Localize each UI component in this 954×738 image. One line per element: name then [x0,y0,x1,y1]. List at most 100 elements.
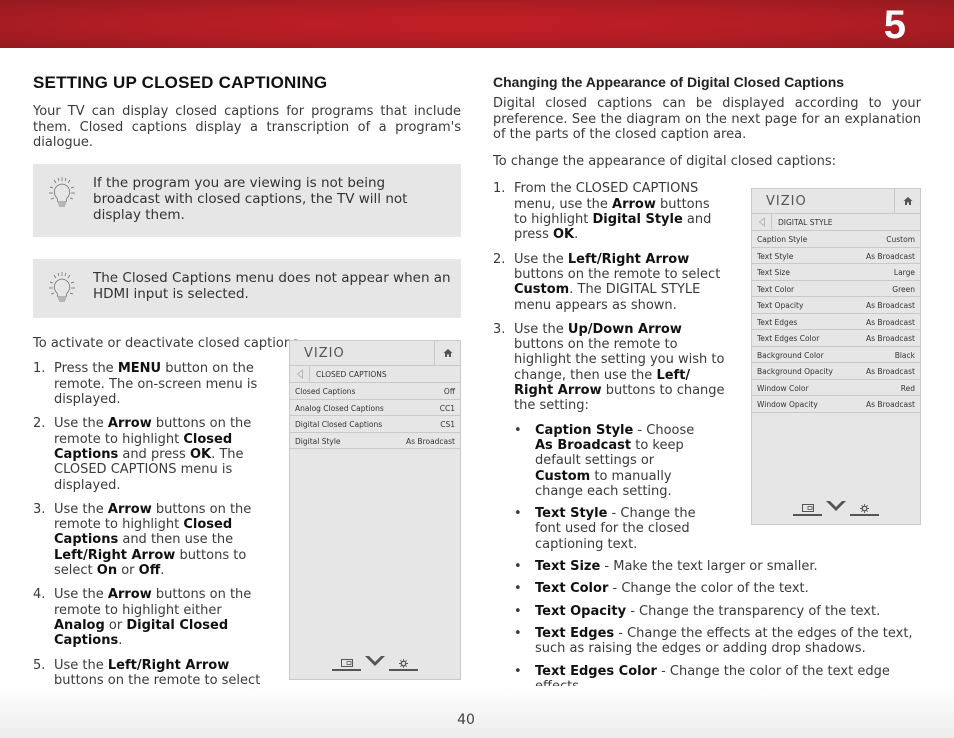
bold-term: Left/Right Arrow [54,547,176,563]
bold-term: Custom [514,282,570,298]
text-run: Use the [54,657,108,673]
bullet-desc: - Change the transparency of the text. [626,603,881,619]
menu-row[interactable]: Window Opacity As Broadcast [752,396,920,413]
step-item: 4. Use the Arrow buttons on the remote to… [33,587,265,648]
tips-container: If the program you are viewing is not be… [33,164,461,319]
vizio-logo: VIZIO [304,346,345,361]
bullet-dot: • [514,603,522,619]
menu-row[interactable]: Digital Style As Broadcast [290,433,460,449]
menu-row[interactable]: Text Size Large [752,264,920,281]
home-icon[interactable] [894,189,920,213]
bullet-dot: • [514,559,522,575]
menu-row[interactable]: Text Edges As Broadcast [752,314,920,330]
menu-row-value: As Broadcast [866,251,915,261]
menu-row-label: Analog Closed Captions [295,403,384,413]
input-icon[interactable] [332,659,361,671]
bold-term: Analog [54,617,105,633]
vizio-v-icon[interactable] [826,497,846,516]
text-run: . [160,563,165,579]
menu-row-value: As Broadcast [866,400,915,409]
bullet-item: • Text Style - Change the font used for t… [514,506,704,552]
home-icon[interactable] [434,341,460,365]
bullet-dot: • [514,506,522,522]
bold-term: Digital Style [592,212,683,228]
bold-term: MENU [117,361,162,377]
step-number: 3. [33,501,46,517]
menu-row-label: Window Opacity [757,400,818,409]
bold-term: Arrow [107,416,152,432]
menu-row[interactable]: Caption Style Custom [752,231,920,248]
menu-row[interactable]: Window Color Red [752,380,920,396]
menu-row[interactable]: Text Color Green [752,281,920,297]
step-item: 1. Press the MENU button on the remote. T… [33,361,265,407]
lightbulb-icon [47,270,77,304]
back-arrow-icon[interactable] [752,214,772,230]
bullet-term: Text Edges [535,625,615,641]
step-number: 4. [33,587,46,603]
section-title: SETTING UP CLOSED CAPTIONING [33,73,328,92]
settings-gear-icon[interactable] [850,504,879,516]
text-run: or [117,563,139,579]
bullet-dot: • [514,422,522,438]
bullet-item: • Text Opacity - Change the transparency … [514,604,921,619]
bullet-text: Text Opacity - Change the transparency o… [535,604,880,619]
bold-term: Arrow [612,196,656,212]
tv-menu-footer-icons [752,497,920,516]
menu-row-value: As Broadcast [866,367,915,376]
text-run: Use the [514,321,568,337]
bullet-text: Text Style - Change the font used for th… [535,506,704,552]
step-number: 2. [33,416,46,432]
menu-row[interactable]: Background Opacity As Broadcast [752,363,920,380]
menu-row[interactable]: Background Color Black [752,347,920,363]
step-number: 1. [493,181,506,197]
tv-menu-breadcrumb: DIGITAL STYLE [752,214,920,231]
bullet-text: Text Size - Make the text larger or smal… [535,559,818,574]
text-run: or [104,617,127,633]
menu-row-label: Text Opacity [757,301,804,310]
bullet-term: Text Style [535,506,608,522]
menu-row[interactable]: Text Style As Broadcast [752,248,920,264]
vizio-v-icon[interactable] [365,652,385,671]
bold-term: Left/Right Arrow [107,657,230,673]
step-text: From the CLOSED CAPTIONS menu, use the A… [514,181,725,242]
menu-row-label: Window Color [757,383,809,393]
menu-row-label: Digital Closed Captions [295,420,383,429]
menu-row-label: Text Size [757,268,790,277]
bold-term: As Broadcast [535,437,632,453]
step-text: Use the Arrow buttons on the remote to h… [54,587,265,648]
menu-row-label: Closed Captions [295,387,356,396]
bullet-dot: • [514,581,522,597]
step-item: 3. Use the Arrow buttons on the remote to… [33,502,265,578]
subsection-title: Changing the Appearance of Digital Close… [493,74,845,90]
tip-text: The Closed Captions menu does not appear… [93,270,451,303]
menu-row[interactable]: Digital Closed Captions CS1 [290,416,460,433]
text-run: Use the [54,501,108,517]
bold-term: Arrow [107,501,152,517]
menu-row-value: Red [900,383,915,393]
change-intro: To change the appearance of digital clos… [493,154,837,170]
bullet-item: • Text Edges - Change the effects at the … [514,626,921,657]
text-run: and press [118,446,190,462]
menu-row[interactable]: Text Edges Color As Broadcast [752,330,920,347]
bullet-term: Text Edges Color [535,663,657,679]
menu-row[interactable]: Analog Closed Captions CC1 [290,400,460,416]
bullet-term: Caption Style [535,422,634,438]
intro-paragraph: Your TV can display closed captions for … [33,104,461,150]
bullet-term: Text Size [535,559,601,575]
menu-row-label: Caption Style [757,235,808,244]
back-arrow-icon[interactable] [290,366,310,382]
vizio-logo: VIZIO [766,194,807,209]
settings-gear-icon[interactable] [389,659,418,671]
step-item: 1. From the CLOSED CAPTIONS menu, use the… [493,181,725,242]
text-run: Use the [54,416,108,432]
step-text: Use the Left/Right Arrow buttons on the … [514,252,725,313]
step-item: 2. Use the Left/Right Arrow buttons on th… [493,252,725,313]
input-icon[interactable] [793,504,822,516]
menu-row[interactable]: Closed Captions Off [290,383,460,400]
right-intro: Digital closed captions can be displayed… [493,96,921,142]
menu-row-value: Green [892,284,915,294]
bold-term: OK [553,227,575,243]
menu-row[interactable]: Text Opacity As Broadcast [752,297,920,314]
menu-row-value: As Broadcast [866,334,915,343]
menu-title: DIGITAL STYLE [778,218,833,227]
